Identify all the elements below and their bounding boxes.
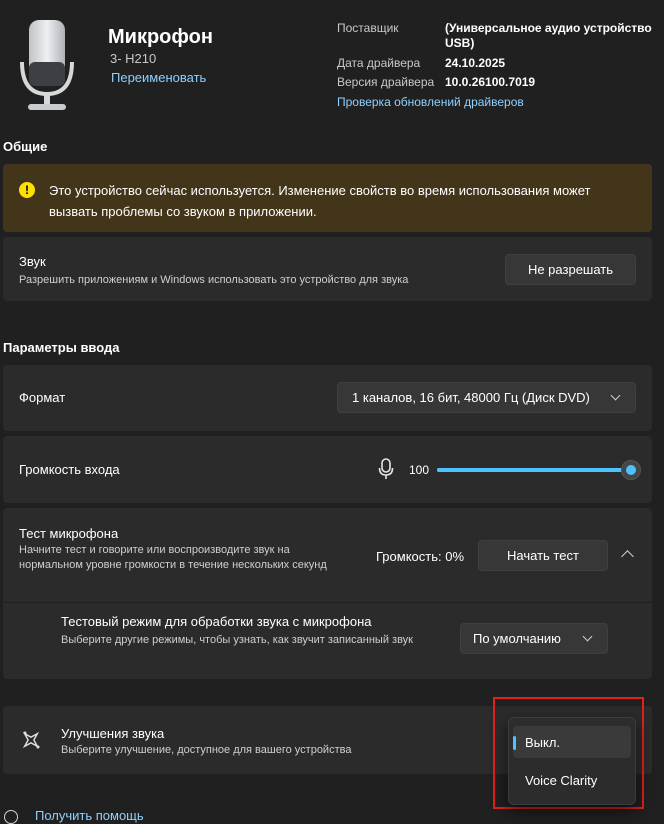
selection-indicator: [513, 736, 516, 750]
warning-icon: !: [19, 182, 35, 198]
driver-version-label: Версия драйвера: [337, 75, 435, 89]
enhancements-description: Выберите улучшение, доступное для вашего…: [61, 744, 352, 756]
get-help-link[interactable]: Получить помощь: [35, 808, 144, 823]
warning-banner: ! Это устройство сейчас используется. Из…: [3, 164, 652, 232]
provider-value: (Универсальное аудио устройство USB): [445, 21, 652, 50]
mic-test-title: Тест микрофона: [19, 526, 119, 541]
test-mode-card: Тестовый режим для обработки звука с мик…: [3, 603, 652, 679]
format-label: Формат: [19, 390, 66, 405]
sparkle-icon: [20, 729, 42, 751]
section-heading-general: Общие: [3, 139, 48, 154]
input-volume-slider[interactable]: [437, 460, 641, 480]
enhancements-title: Улучшения звука: [61, 726, 165, 741]
test-mode-dropdown[interactable]: По умолчанию: [460, 623, 608, 654]
slider-thumb[interactable]: [621, 460, 641, 480]
slider-fill: [437, 468, 631, 472]
enhancements-dropdown-menu[interactable]: Выкл. Voice Clarity: [508, 717, 636, 805]
input-volume-label: Громкость входа: [19, 462, 120, 477]
device-name: Микрофон: [108, 26, 213, 48]
audio-description: Разрешить приложениям и Windows использо…: [19, 274, 409, 286]
mic-test-volume: Громкость: 0%: [376, 549, 465, 564]
mic-test-card: Тест микрофона Начните тест и говорите и…: [3, 508, 652, 602]
audio-title: Звук: [19, 254, 46, 269]
section-heading-input: Параметры ввода: [3, 340, 120, 355]
option-voice-clarity-label: Voice Clarity: [525, 773, 598, 788]
rename-link[interactable]: Переименовать: [111, 70, 206, 85]
device-subtitle: 3- H210: [110, 51, 157, 66]
test-mode-description: Выберите другие режимы, чтобы узнать, ка…: [61, 634, 413, 646]
mic-test-description: Начните тест и говорите или воспроизводи…: [19, 544, 327, 571]
format-dropdown[interactable]: 1 каналов, 16 бит, 48000 Гц (Диск DVD): [337, 382, 636, 413]
chevron-down-icon: [582, 631, 593, 642]
warning-text: Это устройство сейчас используется. Изме…: [49, 183, 591, 219]
dropdown-option-voice-clarity[interactable]: Voice Clarity: [513, 764, 631, 796]
option-off-label: Выкл.: [525, 735, 561, 750]
provider-label: Поставщик: [337, 21, 399, 35]
input-volume-value: 100: [409, 463, 430, 477]
audio-permission-card: Звук Разрешить приложениям и Windows исп…: [3, 237, 652, 301]
collapse-chevron-icon[interactable]: [621, 550, 634, 563]
driver-update-link[interactable]: Проверка обновлений драйверов: [337, 95, 524, 109]
format-value: 1 каналов, 16 бит, 48000 Гц (Диск DVD): [352, 390, 590, 405]
driver-date-label: Дата драйвера: [337, 56, 421, 70]
microphone-icon: [14, 14, 80, 114]
test-mode-title: Тестовый режим для обработки звука с мик…: [61, 614, 372, 629]
format-card: Формат 1 каналов, 16 бит, 48000 Гц (Диск…: [3, 365, 652, 431]
driver-date-value: 24.10.2025: [445, 56, 506, 70]
chevron-down-icon: [610, 390, 621, 401]
start-test-button[interactable]: Начать тест: [478, 540, 608, 571]
dropdown-option-off[interactable]: Выкл.: [513, 726, 631, 758]
driver-version-value: 10.0.26100.7019: [445, 75, 536, 89]
input-volume-card: Громкость входа 100: [3, 436, 652, 503]
microphone-small-icon: [378, 458, 394, 480]
deny-audio-button[interactable]: Не разрешать: [505, 254, 636, 285]
test-mode-value: По умолчанию: [473, 631, 561, 646]
